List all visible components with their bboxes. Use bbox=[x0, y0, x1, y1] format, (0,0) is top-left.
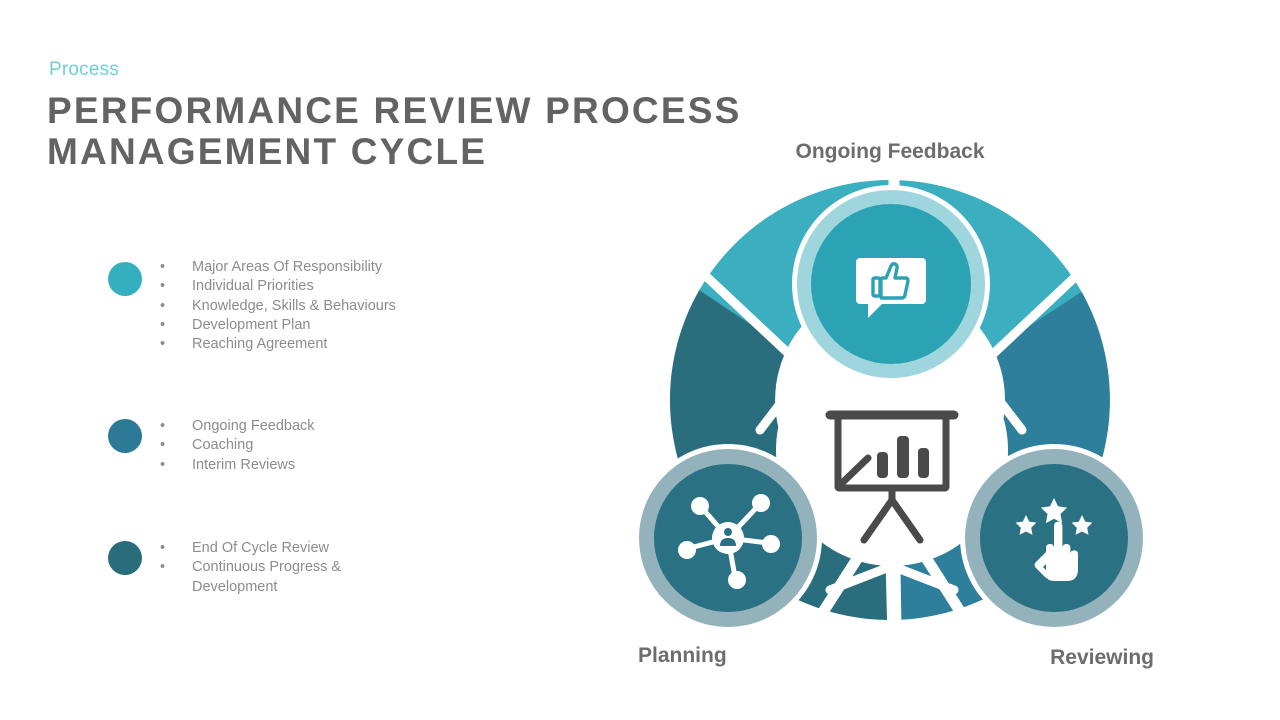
list-item-label: Ongoing Feedback bbox=[192, 418, 315, 434]
bullet-dot: • bbox=[160, 259, 166, 275]
cycle-svg bbox=[634, 134, 1148, 690]
list-item: • Knowledge, Skills & Behaviours bbox=[160, 297, 600, 316]
group-items-3: • End Of Cycle Review • Continuous Progr… bbox=[160, 539, 600, 597]
list-item-label: Development Plan bbox=[192, 316, 311, 333]
slide-canvas: Process PERFORMANCE REVIEW PROCESS MANAG… bbox=[0, 0, 1280, 720]
bullet-dot: • bbox=[160, 456, 166, 473]
bullet-dot: • bbox=[160, 316, 166, 333]
list-item-label: Interim Reviews bbox=[192, 456, 296, 473]
bullet-dot: • bbox=[160, 336, 166, 353]
list-item-label: Knowledge, Skills & Behaviours bbox=[192, 297, 396, 314]
node-reviewing[interactable] bbox=[960, 444, 1148, 632]
bullet-dot: • bbox=[160, 297, 166, 314]
list-item-label: Major Areas Of Responsibility bbox=[192, 259, 383, 275]
group-bullet-marker-2 bbox=[108, 419, 142, 453]
list-item: • End Of Cycle Review bbox=[160, 539, 600, 558]
bullet-dot: • bbox=[160, 437, 166, 454]
group-items-1: • Major Areas Of Responsibility • Indivi… bbox=[160, 258, 600, 354]
diagram-label-reviewing: Reviewing bbox=[1050, 646, 1154, 669]
list-item: • Major Areas Of Responsibility bbox=[160, 258, 600, 277]
list-item: • Continuous Progress & Development bbox=[160, 558, 600, 597]
list-item: • Individual Priorities bbox=[160, 277, 600, 296]
group-bullet-marker-1 bbox=[108, 262, 142, 296]
list-item: • Interim Reviews bbox=[160, 456, 600, 475]
list-item: • Ongoing Feedback bbox=[160, 417, 600, 436]
process-cycle-diagram: Ongoing Feedback Planning Reviewing bbox=[610, 120, 1170, 690]
list-item: • Development Plan bbox=[160, 316, 600, 335]
diagram-label-ongoing-feedback: Ongoing Feedback bbox=[795, 140, 985, 163]
bullet-dot: • bbox=[160, 559, 166, 576]
group-items-2: • Ongoing Feedback • Coaching • Interim … bbox=[160, 417, 600, 475]
list-item: • Reaching Agreement bbox=[160, 335, 600, 354]
group-bullet-marker-3 bbox=[108, 541, 142, 575]
list-item-label: Continuous Progress & Development bbox=[192, 559, 342, 595]
bullet-dot: • bbox=[160, 278, 166, 295]
bullet-groups: • Major Areas Of Responsibility • Indivi… bbox=[0, 0, 620, 720]
list-item: • Coaching bbox=[160, 436, 600, 455]
list-item-label: Coaching bbox=[192, 437, 254, 454]
node-planning[interactable] bbox=[634, 444, 822, 632]
bullet-dot: • bbox=[160, 418, 166, 434]
node-ongoing-feedback[interactable] bbox=[792, 185, 990, 383]
list-item-label: Individual Priorities bbox=[192, 278, 314, 295]
diagram-label-planning: Planning bbox=[638, 644, 727, 667]
bullet-dot: • bbox=[160, 540, 166, 556]
list-item-label: Reaching Agreement bbox=[192, 336, 328, 353]
list-item-label: End Of Cycle Review bbox=[192, 540, 329, 556]
